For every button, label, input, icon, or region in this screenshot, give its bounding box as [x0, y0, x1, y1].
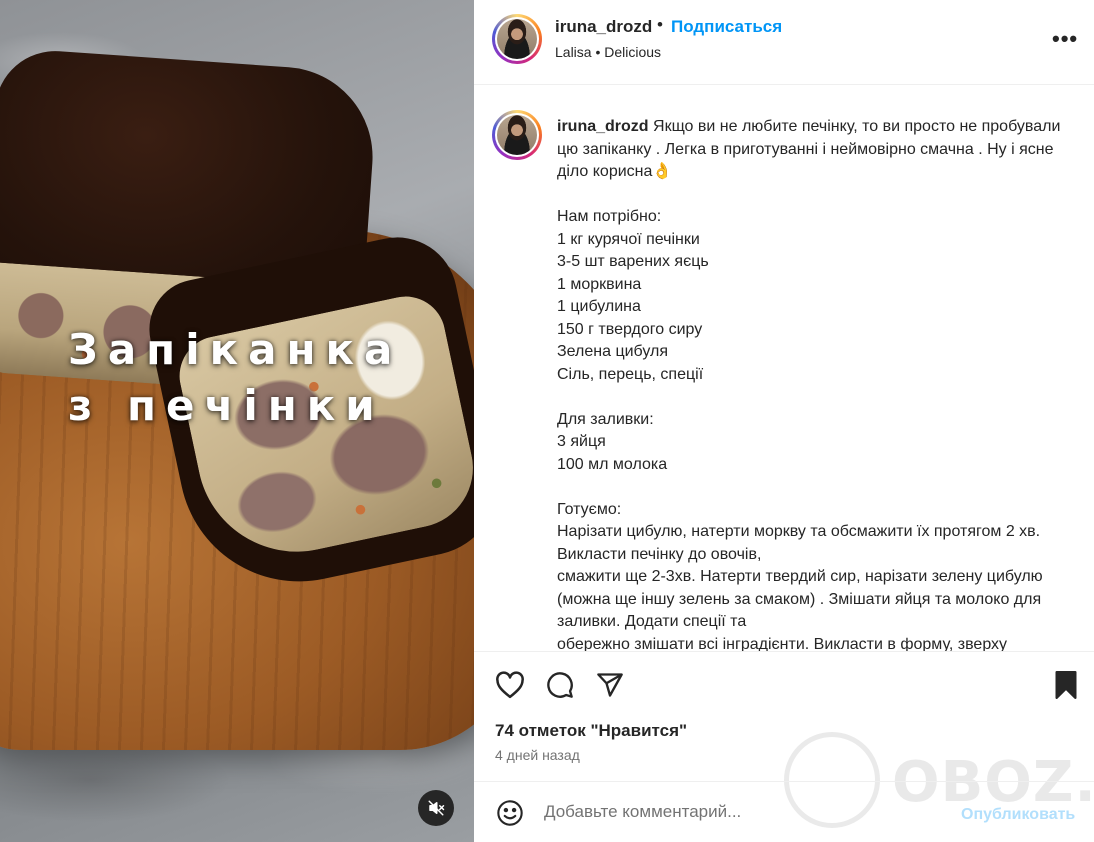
comment-bar: Опубликовать: [474, 781, 1094, 842]
share-button[interactable]: [594, 669, 626, 701]
comment-input[interactable]: [544, 802, 944, 822]
comment-icon: [547, 672, 573, 698]
like-button[interactable]: [494, 669, 526, 701]
caption-body: Якщо ви не любите печінку, то ви просто …: [557, 118, 1061, 651]
share-icon: [597, 673, 623, 697]
avatar-image: [497, 19, 537, 59]
caption-text: iruna_drozd Якщо ви не любите печінку, т…: [557, 116, 1067, 651]
separator-dot: •: [657, 15, 663, 34]
speaker-muted-icon: [428, 800, 445, 816]
media-overlay-title: Запіканка з печінки: [68, 325, 403, 430]
publish-button[interactable]: Опубликовать: [961, 806, 1075, 824]
audio-track-link[interactable]: Lalisa • Delicious: [555, 44, 661, 60]
caption-avatar[interactable]: [492, 110, 542, 160]
follow-button[interactable]: Подписаться: [671, 17, 782, 37]
username-link[interactable]: iruna_drozd: [555, 17, 652, 37]
post-details-panel: iruna_drozd • Подписаться Lalisa • Delic…: [474, 0, 1094, 842]
comment-button[interactable]: [544, 669, 576, 701]
avatar[interactable]: [492, 14, 542, 64]
likes-count[interactable]: 74 отметок "Нравится": [495, 721, 687, 741]
save-button[interactable]: [1050, 669, 1082, 701]
mute-button[interactable]: [418, 790, 454, 826]
caption-area: iruna_drozd Якщо ви не любите печінку, т…: [474, 86, 1094, 651]
post-timestamp[interactable]: 4 дней назад: [495, 747, 580, 763]
bookmark-icon: [1055, 671, 1077, 699]
emoji-button[interactable]: [494, 797, 526, 829]
caption-username-link[interactable]: iruna_drozd: [557, 118, 649, 135]
post-header: iruna_drozd • Подписаться Lalisa • Delic…: [474, 0, 1094, 85]
post-actions: 74 отметок "Нравится" 4 дней назад: [474, 651, 1094, 781]
more-options-icon[interactable]: •••: [1052, 26, 1078, 52]
post-media[interactable]: Запіканка з печінки: [0, 0, 474, 842]
heart-icon: [496, 671, 524, 699]
emoji-icon: [497, 800, 523, 826]
